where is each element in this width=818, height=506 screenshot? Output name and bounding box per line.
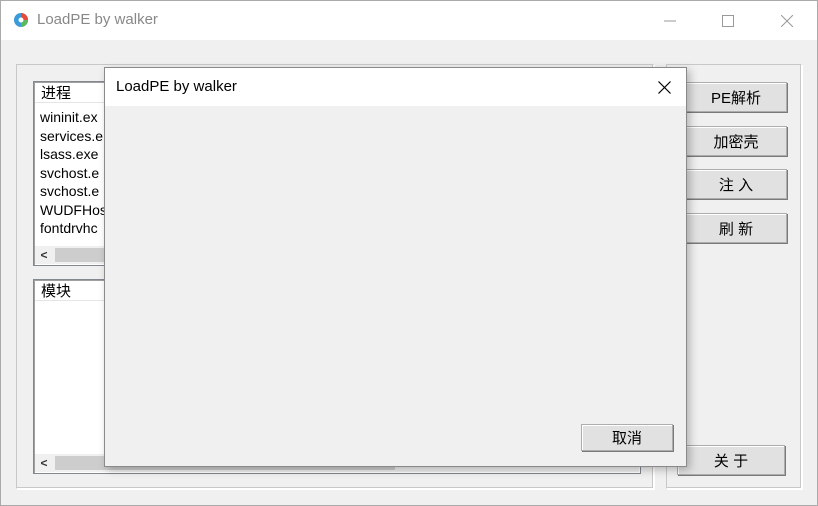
- close-button[interactable]: [758, 1, 816, 40]
- minimize-icon: [664, 20, 676, 21]
- main-titlebar[interactable]: LoadPE by walker: [1, 1, 817, 40]
- about-button[interactable]: 关 于: [677, 445, 785, 475]
- pe-parse-button[interactable]: PE解析: [685, 82, 787, 112]
- close-icon: [657, 80, 671, 94]
- maximize-button[interactable]: [699, 1, 757, 40]
- list-item[interactable]: WUDFHos: [40, 201, 107, 220]
- list-item[interactable]: fontdrvhc: [40, 219, 107, 238]
- process-list-rows: wininit.ex services.e lsass.exe svchost.…: [40, 108, 107, 238]
- main-window-title: LoadPE by walker: [37, 11, 158, 28]
- dialog-title: LoadPE by walker: [116, 78, 237, 95]
- scroll-left-arrow-icon[interactable]: <: [35, 246, 53, 264]
- encrypt-shell-button[interactable]: 加密壳: [685, 126, 787, 156]
- list-item[interactable]: svchost.e: [40, 182, 107, 201]
- dialog-titlebar[interactable]: LoadPE by walker: [105, 68, 686, 106]
- maximize-icon: [722, 14, 734, 27]
- cancel-button[interactable]: 取消: [581, 424, 673, 451]
- list-item[interactable]: services.e: [40, 127, 107, 146]
- list-item[interactable]: lsass.exe: [40, 145, 107, 164]
- minimize-button[interactable]: [641, 1, 699, 40]
- scroll-left-arrow-icon[interactable]: <: [35, 454, 53, 472]
- inject-button[interactable]: 注 入: [685, 169, 787, 199]
- dialog-close-button[interactable]: [642, 68, 686, 106]
- refresh-button[interactable]: 刷 新: [685, 213, 787, 243]
- app-icon: [14, 13, 28, 27]
- list-item[interactable]: svchost.e: [40, 164, 107, 183]
- list-item[interactable]: wininit.ex: [40, 108, 107, 127]
- close-icon: [781, 14, 793, 27]
- dialog-window: LoadPE by walker 取消: [104, 67, 687, 467]
